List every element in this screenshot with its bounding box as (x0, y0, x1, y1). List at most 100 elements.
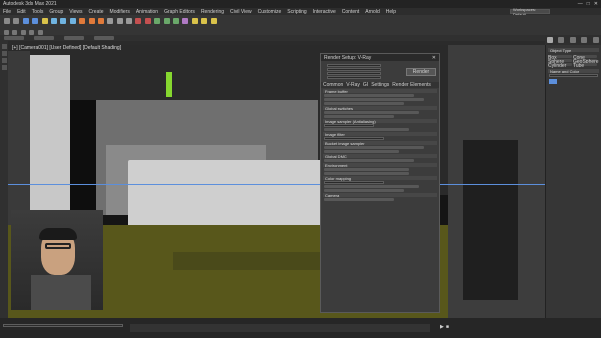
align-icon[interactable] (144, 18, 151, 24)
scale-icon[interactable] (97, 18, 104, 24)
option-row[interactable] (324, 115, 394, 118)
tab-settings[interactable]: Settings (371, 82, 389, 88)
light-filter-icon[interactable] (1, 58, 7, 63)
minimize-icon[interactable]: — (578, 1, 583, 7)
section-global-dmc[interactable]: Global DMC (323, 154, 437, 159)
maxscript-listener[interactable] (3, 324, 123, 327)
bind-spacewarp-icon[interactable] (41, 18, 48, 24)
filter-icon[interactable] (1, 44, 7, 49)
geometry-filter-icon[interactable] (1, 51, 7, 56)
undo-icon[interactable] (4, 18, 10, 24)
menu-help[interactable]: Help (386, 9, 396, 15)
create-sphere-button[interactable]: Sphere (548, 59, 572, 65)
option-row[interactable] (324, 128, 409, 131)
renderer-dropdown[interactable] (327, 72, 381, 75)
tab-render-elements[interactable]: Render Elements (392, 82, 431, 88)
material-editor-icon[interactable] (182, 18, 189, 24)
view-to-render-dropdown[interactable] (327, 76, 381, 79)
menu-file[interactable]: File (3, 9, 11, 15)
tab-gi[interactable]: GI (363, 82, 368, 88)
preset-dropdown[interactable] (327, 68, 381, 71)
section-image-sampler[interactable]: Image sampler (Antialiasing) (323, 119, 437, 124)
option-row[interactable] (324, 146, 424, 149)
menu-views[interactable]: Views (69, 9, 82, 15)
sampler-type-dropdown[interactable] (324, 124, 374, 127)
section-environment[interactable]: Environment (323, 163, 437, 168)
hierarchy-tab-icon[interactable] (569, 37, 576, 43)
option-row[interactable] (324, 198, 394, 201)
select-object-icon[interactable] (50, 18, 57, 24)
stop-icon[interactable]: ■ (446, 324, 449, 330)
tab-vray[interactable]: V-Ray (346, 82, 360, 88)
option-row[interactable] (324, 189, 404, 192)
option-row[interactable] (324, 94, 414, 97)
render-button[interactable]: Render (406, 67, 436, 76)
object-color-swatch[interactable] (549, 79, 557, 84)
render-setup-icon[interactable] (191, 18, 198, 24)
move-icon[interactable] (79, 18, 86, 24)
create-cylinder-button[interactable]: Cylinder (548, 63, 572, 69)
link-icon[interactable] (22, 18, 29, 24)
menu-interactive[interactable]: Interactive (313, 9, 336, 15)
option-row[interactable] (324, 102, 404, 105)
unlink-icon[interactable] (32, 18, 39, 24)
create-tab-icon[interactable] (547, 37, 553, 43)
camera-filter-icon[interactable] (1, 65, 7, 70)
option-row[interactable] (324, 111, 419, 114)
percent-snap-icon[interactable] (126, 18, 133, 24)
render-setup-dialog[interactable]: Render Setup: V-Ray ✕ Render Common V-Ra… (320, 53, 440, 313)
option-row[interactable] (324, 168, 409, 171)
create-box-button[interactable]: Box (548, 55, 572, 61)
menu-content[interactable]: Content (342, 9, 360, 15)
layer-explorer-icon[interactable] (154, 18, 161, 24)
viewport-label[interactable]: [+] [Camera001] [User Defined] [Default … (12, 45, 121, 51)
option-row[interactable] (324, 172, 409, 175)
rotate-icon[interactable] (88, 18, 95, 24)
tab-common[interactable]: Common (323, 82, 343, 88)
display-tab-icon[interactable] (592, 37, 599, 43)
ribbon-tab[interactable] (34, 36, 54, 40)
option-row[interactable] (324, 185, 419, 188)
angle-snap-icon[interactable] (116, 18, 123, 24)
section-bucket-sampler[interactable]: Bucket image sampler (323, 141, 437, 146)
redo-icon[interactable] (13, 18, 20, 24)
dialog-title-bar[interactable]: Render Setup: V-Ray ✕ (321, 54, 439, 61)
mirror-icon[interactable] (135, 18, 142, 24)
option-row[interactable] (324, 159, 414, 162)
rectangular-selection-icon[interactable] (69, 18, 76, 24)
play-icon[interactable]: ▶ (440, 324, 444, 330)
create-tube-button[interactable]: Tube (573, 63, 597, 69)
menu-scripting[interactable]: Scripting (287, 9, 306, 15)
section-camera[interactable]: Camera (323, 193, 437, 198)
section-color-mapping[interactable]: Color mapping (323, 176, 437, 181)
ribbon-tab[interactable] (94, 36, 114, 40)
close-icon[interactable]: ✕ (432, 55, 436, 61)
maximize-icon[interactable]: □ (587, 1, 590, 7)
object-name-field[interactable] (549, 74, 598, 77)
ribbon-tab[interactable] (64, 36, 84, 40)
section-frame-buffer[interactable]: Frame buffer (323, 89, 437, 94)
motion-tab-icon[interactable] (581, 37, 588, 43)
modify-tab-icon[interactable] (558, 37, 565, 43)
menu-animation[interactable]: Animation (136, 9, 158, 15)
menu-arnold[interactable]: Arnold (365, 9, 379, 15)
menu-edit[interactable]: Edit (17, 9, 26, 15)
name-color-rollout[interactable]: Name and Color (548, 69, 599, 74)
create-cone-button[interactable]: Cone (573, 55, 597, 61)
close-icon[interactable]: ✕ (594, 1, 598, 7)
rendered-frame-window-icon[interactable] (201, 18, 208, 24)
ribbon-tab[interactable] (4, 36, 24, 40)
option-row[interactable] (324, 98, 424, 101)
create-geosphere-button[interactable]: GeoSphere (573, 59, 599, 65)
section-global-switches[interactable]: Global switches (323, 106, 437, 111)
menu-civil-view[interactable]: Civil View (230, 9, 252, 15)
menu-tools[interactable]: Tools (32, 9, 44, 15)
menu-modifiers[interactable]: Modifiers (110, 9, 130, 15)
curve-editor-icon[interactable] (163, 18, 170, 24)
option-row[interactable] (324, 150, 399, 153)
menu-graph-editors[interactable]: Graph Editors (164, 9, 195, 15)
object-type-rollout[interactable]: Object Type (548, 48, 599, 53)
menu-rendering[interactable]: Rendering (201, 9, 224, 15)
render-production-icon[interactable] (210, 18, 217, 24)
menu-create[interactable]: Create (89, 9, 104, 15)
